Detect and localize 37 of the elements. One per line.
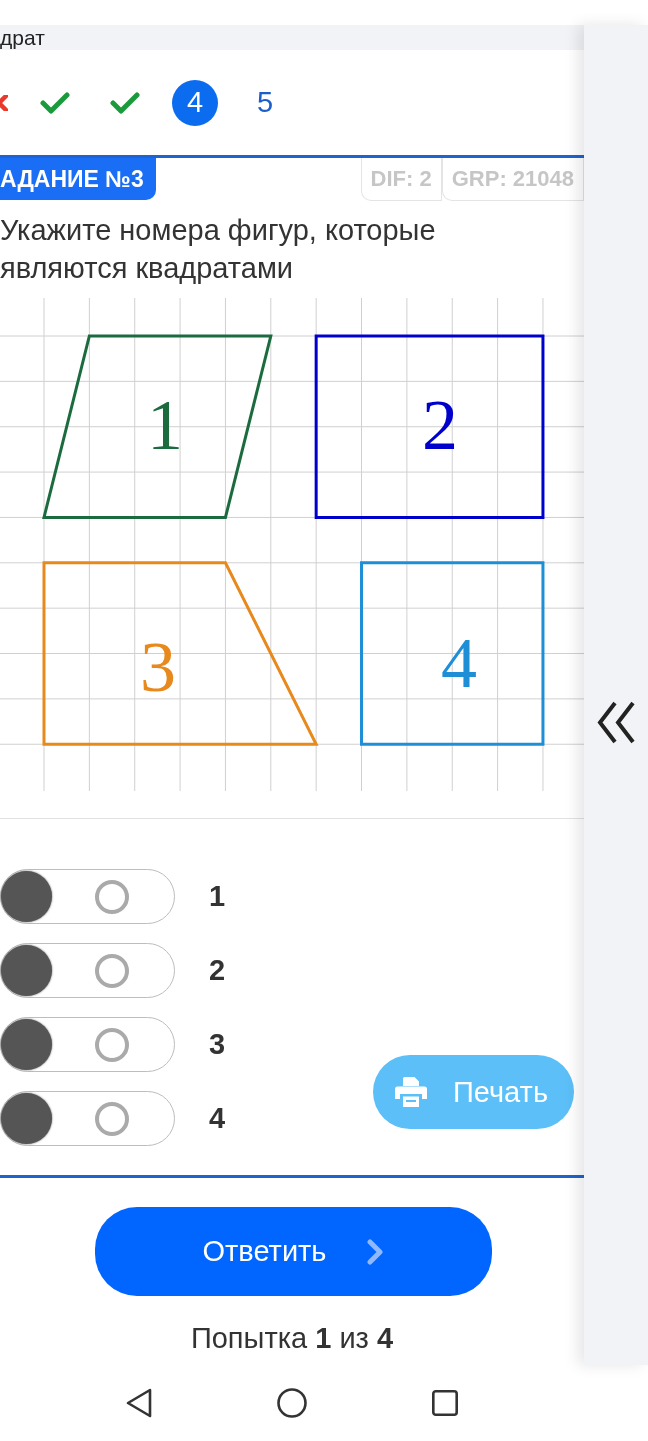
question-text: Укажите номера фигур, которые являются квадратами <box>0 213 437 286</box>
back-icon[interactable] <box>124 1388 153 1418</box>
info-tag: DIF: 2 <box>360 158 442 201</box>
check-icon <box>110 91 140 114</box>
attempt-counter: Попытка 1 из 4 <box>189 1321 395 1356</box>
option-label: 4 <box>209 1102 226 1135</box>
ring-icon <box>95 1102 129 1136</box>
chevron-right-icon <box>366 1238 385 1265</box>
toggle-switch[interactable] <box>0 943 175 998</box>
double-chevron-left-icon[interactable] <box>596 699 636 745</box>
figure-number: 3 <box>140 627 176 707</box>
question-nav-button[interactable]: 4 <box>172 79 218 126</box>
option-label: 3 <box>209 1028 226 1061</box>
figure-number: 2 <box>422 385 458 465</box>
toggle-knob <box>1 945 52 996</box>
task-badge: АДАНИЕ №3 <box>0 158 156 200</box>
toggle-knob <box>1 871 52 922</box>
cross-icon <box>0 94 8 111</box>
toggle-switch[interactable] <box>0 1091 175 1146</box>
question-nav-button[interactable]: 5 <box>242 79 288 126</box>
option-label: 2 <box>209 954 226 987</box>
option-label: 1 <box>209 880 226 913</box>
toggle-knob <box>1 1019 52 1070</box>
page-title: драт <box>0 25 45 50</box>
toggle-switch[interactable] <box>0 869 175 924</box>
figure-number: 1 <box>147 385 183 465</box>
ring-icon <box>95 1028 129 1062</box>
ring-icon <box>95 954 129 988</box>
submit-button[interactable]: Ответить <box>95 1207 492 1296</box>
check-icon <box>40 91 70 114</box>
home-icon[interactable] <box>276 1388 307 1418</box>
figure-number: 4 <box>441 623 477 703</box>
toggle-knob <box>1 1093 52 1144</box>
ring-icon <box>95 880 129 914</box>
toggle-switch[interactable] <box>0 1017 175 1072</box>
printer-icon <box>395 1077 427 1107</box>
recents-icon[interactable] <box>431 1390 458 1416</box>
